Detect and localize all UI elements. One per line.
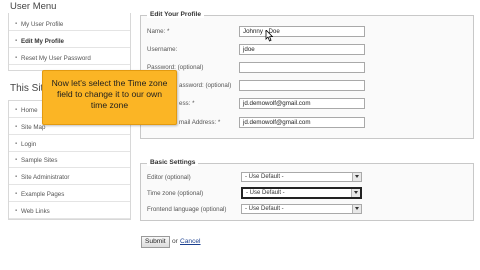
menu-item-my-user-profile[interactable]: ▪ My User Profile [9, 18, 130, 31]
user-menu-title: User Menu [10, 1, 57, 12]
site-item-label: Web Links [21, 208, 50, 215]
bullet-icon: ▪ [15, 191, 18, 197]
verify-password-label: assword: (optional) [179, 82, 232, 89]
name-label: Name: * [147, 28, 170, 35]
menu-item-reset-password[interactable]: ▪ Reset My User Password [9, 52, 130, 65]
chevron-down-icon[interactable] [352, 173, 361, 181]
bullet-icon: ▪ [15, 157, 18, 163]
edit-profile-fieldset: Edit Your Profile Name: * Johnny · Doe U… [140, 11, 474, 139]
chevron-down-icon[interactable] [351, 189, 360, 197]
edit-profile-legend: Edit Your Profile [147, 11, 205, 18]
mouse-cursor-icon [265, 30, 273, 42]
frontend-language-label: Frontend language (optional) [147, 206, 227, 213]
site-item-label: Sample Sites [21, 157, 58, 164]
user-menu: ▪ My User Profile ▪ Edit My Profile ▪ Re… [8, 13, 131, 71]
bullet-icon: ▪ [15, 141, 18, 147]
frontend-language-select-value: - Use Default - [245, 206, 284, 212]
menu-item-label: Edit My Profile [21, 38, 64, 45]
site-item-example-pages[interactable]: ▪ Example Pages [9, 187, 130, 202]
bullet-icon: ▪ [15, 38, 18, 44]
verify-email-label: mail Address: * [179, 119, 221, 126]
email-input[interactable]: jd.demowolf@gmail.com [239, 98, 365, 109]
site-item-login[interactable]: ▪ Login [9, 137, 130, 152]
timezone-label: Time zone (optional) [147, 190, 204, 197]
verify-email-input[interactable]: jd.demowolf@gmail.com [239, 117, 365, 128]
basic-settings-legend: Basic Settings [147, 159, 199, 166]
timezone-select[interactable]: - Use Default - [241, 187, 362, 199]
menu-item-label: Reset My User Password [21, 55, 91, 62]
site-item-label: Example Pages [21, 191, 65, 198]
editor-select[interactable]: - Use Default - [241, 172, 362, 182]
menu-item-label: My User Profile [21, 21, 64, 28]
site-item-sample-sites[interactable]: ▪ Sample Sites [9, 153, 130, 168]
bullet-icon: ▪ [15, 107, 18, 113]
basic-settings-fieldset: Basic Settings Editor (optional) - Use D… [140, 159, 474, 221]
site-item-label: Home [21, 107, 38, 114]
submit-button[interactable]: Submit [141, 236, 170, 248]
username-input[interactable]: jdoe [239, 44, 365, 55]
password-input[interactable] [239, 62, 365, 73]
editor-select-value: - Use Default - [245, 174, 284, 180]
email-label: ess: * [179, 100, 195, 107]
frontend-language-select[interactable]: - Use Default - [241, 204, 362, 214]
chevron-down-icon[interactable] [352, 205, 361, 213]
name-input[interactable]: Johnny · Doe [239, 26, 365, 37]
bullet-icon: ▪ [15, 55, 18, 61]
site-item-site-administrator[interactable]: ▪ Site Administrator [9, 170, 130, 185]
bullet-icon: ▪ [15, 208, 18, 214]
tutorial-callout: Now let's select the Time zone field to … [42, 70, 177, 125]
site-item-label: Site Administrator [21, 174, 70, 181]
bullet-icon: ▪ [15, 174, 18, 180]
bullet-icon: ▪ [15, 21, 18, 27]
site-item-web-links[interactable]: ▪ Web Links [9, 204, 130, 219]
menu-item-edit-my-profile[interactable]: ▪ Edit My Profile [9, 35, 130, 48]
timezone-select-value: - Use Default - [246, 190, 285, 196]
site-menu-title: This Sit [10, 83, 44, 94]
editor-label: Editor (optional) [147, 174, 191, 181]
site-item-label: Login [21, 141, 37, 148]
cancel-link[interactable]: Cancel [180, 238, 201, 245]
bullet-icon: ▪ [15, 124, 18, 130]
or-text: or [172, 238, 178, 245]
site-item-label: Site Map [21, 124, 46, 131]
username-label: Username: [147, 46, 178, 53]
verify-password-input[interactable] [239, 80, 365, 91]
